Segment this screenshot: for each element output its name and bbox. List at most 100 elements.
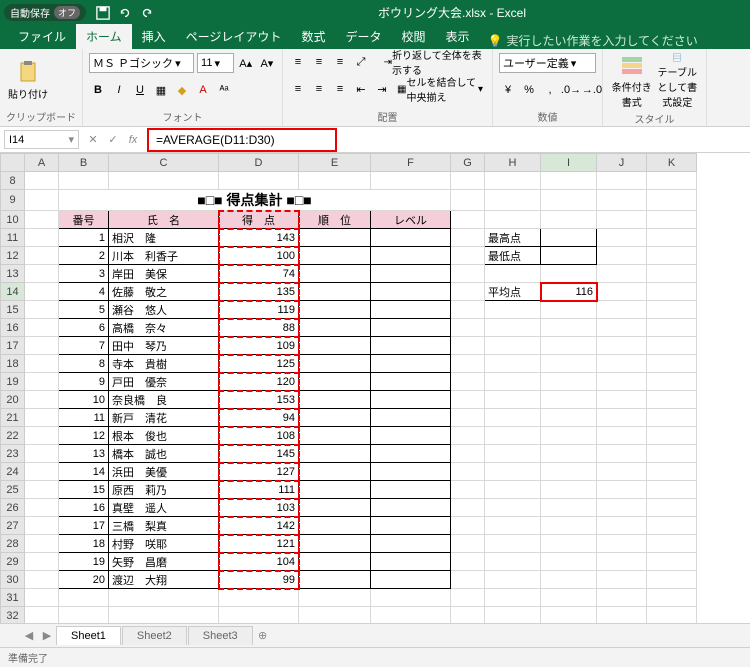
sheet-nav-prev[interactable]: ◀ bbox=[20, 629, 38, 642]
border-button[interactable]: ▦ bbox=[152, 81, 170, 99]
cell-C8[interactable] bbox=[109, 172, 219, 190]
comma-button[interactable]: , bbox=[541, 81, 559, 99]
align-center-button[interactable]: ≡ bbox=[310, 80, 328, 98]
cell-G18[interactable] bbox=[451, 355, 485, 373]
fill-color-button[interactable]: ◆ bbox=[173, 81, 191, 99]
row-header-32[interactable]: 32 bbox=[1, 607, 25, 624]
cell-B10[interactable]: 番号 bbox=[59, 211, 109, 229]
cell-J22[interactable] bbox=[597, 427, 647, 445]
cell-C31[interactable] bbox=[109, 589, 219, 607]
row-header-22[interactable]: 22 bbox=[1, 427, 25, 445]
col-header-B[interactable]: B bbox=[59, 154, 109, 172]
cell-E12[interactable] bbox=[299, 247, 371, 265]
row-header-21[interactable]: 21 bbox=[1, 409, 25, 427]
cell-A25[interactable] bbox=[25, 481, 59, 499]
cell-K20[interactable] bbox=[647, 391, 697, 409]
worksheet-grid[interactable]: ABCDEFGHIJK89■□■ 得点集計 ■□■10番号氏 名得 点順 位レベ… bbox=[0, 153, 697, 623]
cell-G14[interactable] bbox=[451, 283, 485, 301]
cell-G22[interactable] bbox=[451, 427, 485, 445]
cell-F16[interactable] bbox=[371, 319, 451, 337]
cell-J18[interactable] bbox=[597, 355, 647, 373]
cell-A26[interactable] bbox=[25, 499, 59, 517]
sheet-area[interactable]: ABCDEFGHIJK89■□■ 得点集計 ■□■10番号氏 名得 点順 位レベ… bbox=[0, 153, 750, 623]
cell-E32[interactable] bbox=[299, 607, 371, 624]
col-header-J[interactable]: J bbox=[597, 154, 647, 172]
redo-icon[interactable] bbox=[138, 4, 156, 22]
cell-A22[interactable] bbox=[25, 427, 59, 445]
cell-I8[interactable] bbox=[541, 172, 597, 190]
row-header-27[interactable]: 27 bbox=[1, 517, 25, 535]
cell-B14[interactable]: 4 bbox=[59, 283, 109, 301]
cell-H13[interactable] bbox=[485, 265, 541, 283]
cell-D20[interactable]: 153 bbox=[219, 391, 299, 409]
col-header-A[interactable]: A bbox=[25, 154, 59, 172]
cell-K32[interactable] bbox=[647, 607, 697, 624]
cell-G17[interactable] bbox=[451, 337, 485, 355]
cell-E29[interactable] bbox=[299, 553, 371, 571]
cell-H15[interactable] bbox=[485, 301, 541, 319]
cell-G31[interactable] bbox=[451, 589, 485, 607]
tab-file[interactable]: ファイル bbox=[8, 24, 76, 49]
font-size-select[interactable]: 11▾ bbox=[197, 53, 234, 73]
conditional-format-button[interactable]: 条件付き書式 bbox=[609, 53, 655, 109]
cell-B15[interactable]: 5 bbox=[59, 301, 109, 319]
tab-insert[interactable]: 挿入 bbox=[132, 24, 176, 49]
row-header-23[interactable]: 23 bbox=[1, 445, 25, 463]
cell-E8[interactable] bbox=[299, 172, 371, 190]
formula-input[interactable] bbox=[152, 131, 332, 149]
cell-I19[interactable] bbox=[541, 373, 597, 391]
tell-me[interactable]: 💡 実行したい作業を入力してください bbox=[488, 32, 698, 49]
wrap-text-button[interactable]: ⇥ 折り返して全体を表示する bbox=[381, 53, 486, 71]
col-header-H[interactable]: H bbox=[485, 154, 541, 172]
row-header-28[interactable]: 28 bbox=[1, 535, 25, 553]
cell-I18[interactable] bbox=[541, 355, 597, 373]
cell-D17[interactable]: 109 bbox=[219, 337, 299, 355]
cell-F8[interactable] bbox=[371, 172, 451, 190]
cell-H21[interactable] bbox=[485, 409, 541, 427]
sheet-tab-1[interactable]: Sheet1 bbox=[56, 626, 121, 645]
tab-pagelayout[interactable]: ページレイアウト bbox=[176, 24, 292, 49]
cell-C19[interactable]: 戸田 優奈 bbox=[109, 373, 219, 391]
cell-D30[interactable]: 99 bbox=[219, 571, 299, 589]
cell-F12[interactable] bbox=[371, 247, 451, 265]
cell-D11[interactable]: 143 bbox=[219, 229, 299, 247]
cell-B18[interactable]: 8 bbox=[59, 355, 109, 373]
cell-J9[interactable] bbox=[597, 190, 647, 211]
cell-I32[interactable] bbox=[541, 607, 597, 624]
row-header-15[interactable]: 15 bbox=[1, 301, 25, 319]
cell-E11[interactable] bbox=[299, 229, 371, 247]
cell-K13[interactable] bbox=[647, 265, 697, 283]
cell-I10[interactable] bbox=[541, 211, 597, 229]
row-header-26[interactable]: 26 bbox=[1, 499, 25, 517]
cell-K26[interactable] bbox=[647, 499, 697, 517]
cell-D29[interactable]: 104 bbox=[219, 553, 299, 571]
cell-B8[interactable] bbox=[59, 172, 109, 190]
row-header-12[interactable]: 12 bbox=[1, 247, 25, 265]
cell-H17[interactable] bbox=[485, 337, 541, 355]
cell-G29[interactable] bbox=[451, 553, 485, 571]
cell-K29[interactable] bbox=[647, 553, 697, 571]
cell-K12[interactable] bbox=[647, 247, 697, 265]
cell-B17[interactable]: 7 bbox=[59, 337, 109, 355]
cell-F29[interactable] bbox=[371, 553, 451, 571]
cell-F13[interactable] bbox=[371, 265, 451, 283]
cell-A20[interactable] bbox=[25, 391, 59, 409]
cell-J15[interactable] bbox=[597, 301, 647, 319]
cell-J26[interactable] bbox=[597, 499, 647, 517]
percent-button[interactable]: % bbox=[520, 81, 538, 99]
cell-D10[interactable]: 得 点 bbox=[219, 211, 299, 229]
cell-E24[interactable] bbox=[299, 463, 371, 481]
italic-button[interactable]: I bbox=[110, 81, 128, 99]
cell-F18[interactable] bbox=[371, 355, 451, 373]
cell-D27[interactable]: 142 bbox=[219, 517, 299, 535]
cell-F26[interactable] bbox=[371, 499, 451, 517]
cell-E27[interactable] bbox=[299, 517, 371, 535]
cell-D25[interactable]: 111 bbox=[219, 481, 299, 499]
col-header-I[interactable]: I bbox=[541, 154, 597, 172]
format-table-button[interactable]: テーブルとして書式設定 bbox=[655, 53, 701, 109]
cell-H8[interactable] bbox=[485, 172, 541, 190]
row-header-25[interactable]: 25 bbox=[1, 481, 25, 499]
cell-I26[interactable] bbox=[541, 499, 597, 517]
row-header-11[interactable]: 11 bbox=[1, 229, 25, 247]
cell-I28[interactable] bbox=[541, 535, 597, 553]
